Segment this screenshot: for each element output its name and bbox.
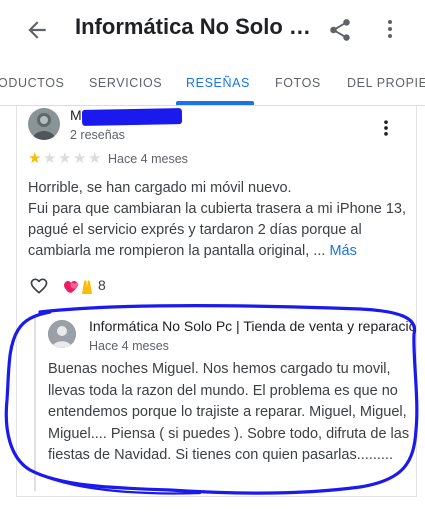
name-redaction xyxy=(81,108,183,126)
owner-avatar xyxy=(48,320,76,348)
more-link[interactable]: Más xyxy=(329,243,356,259)
arrow-back-icon[interactable] xyxy=(24,17,50,43)
active-tab-indicator xyxy=(176,101,254,105)
owner-response-time: Hace 4 meses xyxy=(89,339,169,353)
review-text: Horrible, se han cargado mi móvil nuevo.… xyxy=(28,178,408,262)
tab-del-propietario[interactable]: DEL PROPIET xyxy=(347,76,425,90)
more-vert-icon[interactable] xyxy=(378,17,402,41)
owner-response-bar xyxy=(34,316,36,491)
reviewer-avatar[interactable] xyxy=(28,108,60,140)
owner-name: Informática No Solo Pc | Tienda de venta… xyxy=(89,318,417,334)
reaction-emojis xyxy=(63,276,93,296)
card-border-left xyxy=(16,106,17,496)
tab-bar: ODUCTOS SERVICIOS RESEÑAS FOTOS DEL PROP… xyxy=(0,60,425,106)
review-text-line: Horrible, se han cargado mi móvil nuevo. xyxy=(28,180,292,196)
star-rating: ★ ★ ★ ★ ★ xyxy=(28,151,103,167)
reviewer-review-count: 2 reseñas xyxy=(70,128,125,142)
tab-productos[interactable]: ODUCTOS xyxy=(0,76,64,90)
star-filled-icon: ★ xyxy=(28,150,42,167)
review-text-line: Fui para que cambiaran la cubierta trase… xyxy=(28,201,407,259)
person-icon xyxy=(48,320,76,348)
star-empty-icon: ★ xyxy=(58,150,72,167)
heart-outline-icon[interactable] xyxy=(28,276,50,296)
star-empty-icon: ★ xyxy=(88,150,102,167)
tab-resenas[interactable]: RESEÑAS xyxy=(186,76,250,90)
app-bar: Informática No Solo Pc xyxy=(0,0,425,60)
star-empty-icon: ★ xyxy=(73,150,87,167)
reaction-count: 8 xyxy=(98,277,106,293)
review-time: Hace 4 meses xyxy=(108,152,188,166)
card-border-bottom xyxy=(16,496,417,497)
tab-fotos[interactable]: FOTOS xyxy=(275,76,321,90)
reviewer-name[interactable]: M xyxy=(70,107,82,123)
owner-response-text: Buenas noches Miguel. Nos hemos cargado … xyxy=(48,361,410,463)
share-icon[interactable] xyxy=(327,16,353,44)
page-title: Informática No Solo Pc xyxy=(75,14,315,39)
reaction-emoji-icon xyxy=(64,280,92,294)
tab-servicios[interactable]: SERVICIOS xyxy=(89,76,162,90)
star-empty-icon: ★ xyxy=(43,150,57,167)
review-more-icon[interactable] xyxy=(376,118,396,138)
